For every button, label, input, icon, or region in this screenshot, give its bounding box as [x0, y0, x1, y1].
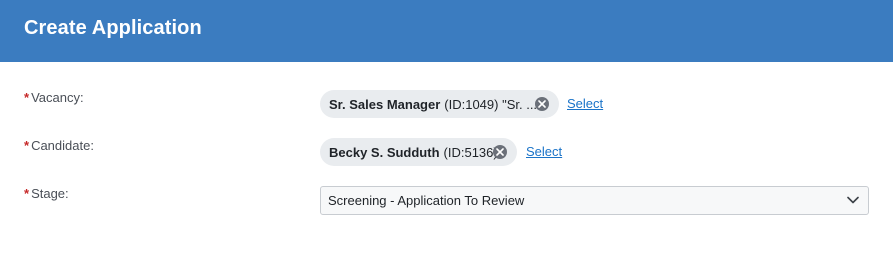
candidate-row: * Candidate: Becky S. Sudduth (ID:5136) S…: [0, 138, 893, 178]
stage-dropdown[interactable]: Screening - Application To Review: [320, 186, 869, 215]
stage-row: * Stage: Screening - Application To Revie…: [0, 186, 893, 226]
required-marker: *: [24, 186, 30, 201]
candidate-label-text: Candidate:: [31, 138, 94, 153]
vacancy-label: * Vacancy:: [24, 90, 84, 105]
required-marker: *: [24, 138, 30, 153]
candidate-remove-icon[interactable]: [493, 145, 507, 159]
stage-selected-value: Screening - Application To Review: [328, 193, 525, 208]
dialog-title: Create Application: [24, 17, 202, 39]
candidate-label: * Candidate:: [24, 138, 94, 153]
vacancy-chip-name: Sr. Sales Manager: [329, 96, 441, 112]
stage-label-text: Stage:: [31, 186, 69, 201]
candidate-select-link[interactable]: Select: [526, 144, 562, 159]
candidate-chip-detail: (ID:5136): [443, 144, 498, 160]
candidate-chip: Becky S. Sudduth (ID:5136): [320, 138, 517, 166]
vacancy-chip: Sr. Sales Manager (ID:1049) "Sr. ...: [320, 90, 559, 118]
vacancy-row: * Vacancy: Sr. Sales Manager (ID:1049) "S…: [0, 90, 893, 130]
vacancy-select-link[interactable]: Select: [567, 96, 603, 111]
dialog-header: Create Application: [0, 0, 893, 62]
vacancy-chip-detail: (ID:1049) "Sr. ...: [444, 96, 538, 112]
stage-label: * Stage:: [24, 186, 69, 201]
required-marker: *: [24, 90, 30, 105]
candidate-chip-name: Becky S. Sudduth: [329, 144, 440, 160]
vacancy-remove-icon[interactable]: [535, 97, 549, 111]
vacancy-label-text: Vacancy:: [31, 90, 84, 105]
chevron-down-icon: [847, 196, 859, 204]
